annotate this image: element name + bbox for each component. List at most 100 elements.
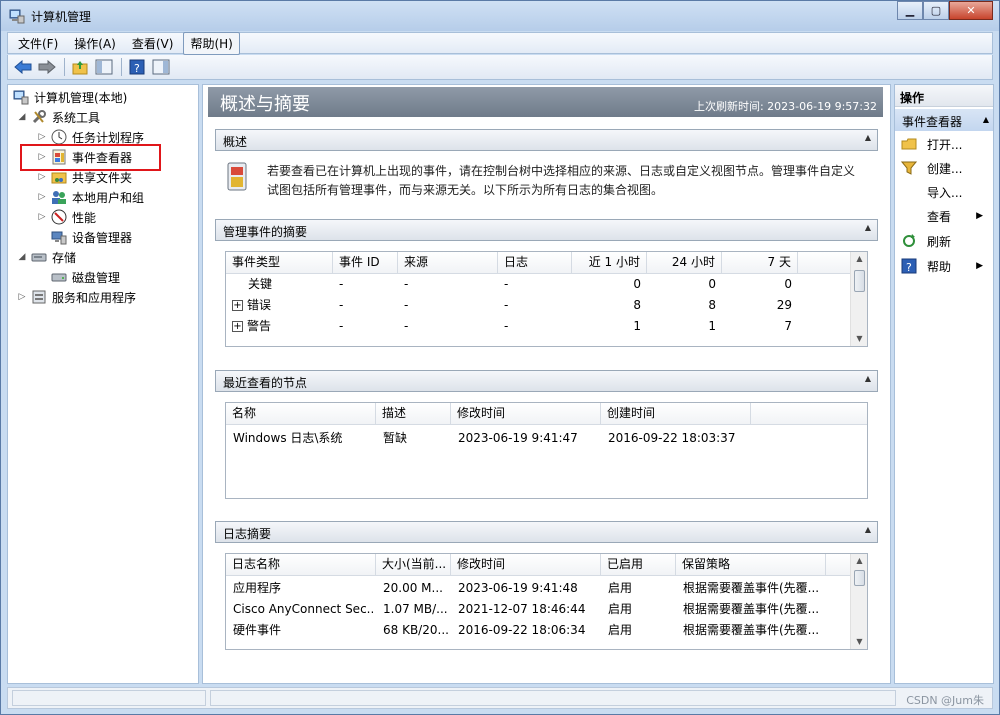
menu-view[interactable]: 查看(V): [126, 33, 180, 54]
action-view[interactable]: 查看 ▶: [895, 205, 993, 227]
up-folder-button[interactable]: [69, 57, 91, 77]
col-name[interactable]: 名称: [226, 403, 376, 425]
tree-root-label: 计算机管理(本地): [34, 90, 128, 105]
tree-disk-management[interactable]: 磁盘管理: [51, 268, 120, 286]
summary-panel-bar[interactable]: 管理事件的摘要 ▲: [215, 219, 878, 241]
summary-grid: 事件类型 事件 ID 来源 日志 近 1 小时 24 小时 7 天 关键 - -…: [225, 251, 868, 347]
action-refresh[interactable]: 刷新: [895, 230, 993, 252]
recent-row-name[interactable]: Windows 日志\系统: [233, 428, 373, 449]
tree-services-apps-label: 服务和应用程序: [52, 290, 137, 305]
summary-row-type[interactable]: + 错误: [232, 295, 332, 316]
log-row-name[interactable]: 硬件事件: [233, 620, 373, 641]
tree-local-users-label: 本地用户和组: [72, 190, 145, 205]
show-hide-tree-button[interactable]: [93, 57, 115, 77]
tree-root[interactable]: 计算机管理(本地): [13, 88, 127, 106]
maximize-button[interactable]: ▢: [923, 1, 949, 20]
app-window: 计算机管理 ▁ ▢ ✕ 文件(F) 操作(A) 查看(V) 帮助(H) ? 计算…: [0, 0, 1000, 715]
close-button[interactable]: ✕: [949, 1, 993, 20]
collapse-arrow-icon[interactable]: ◢: [17, 252, 27, 262]
action-import[interactable]: 导入...: [895, 181, 993, 203]
help-button[interactable]: ?: [126, 57, 148, 77]
log-row-enabled: 启用: [608, 623, 633, 637]
storage-icon: [31, 253, 47, 262]
status-bar: CSDN @Jum朱: [7, 687, 993, 709]
scroll-down-icon[interactable]: ▼: [851, 635, 867, 649]
summary-scrollbar[interactable]: ▲ ▼: [850, 252, 867, 346]
col-log[interactable]: 日志: [498, 252, 572, 274]
menu-action[interactable]: 操作(A): [68, 33, 122, 54]
action-open[interactable]: 打开...: [895, 133, 993, 155]
actions-section-event-viewer[interactable]: 事件查看器 ▲: [895, 109, 993, 131]
overview-panel-bar[interactable]: 概述 ▲: [215, 129, 878, 151]
tree-storage-label: 存储: [52, 250, 77, 265]
tree-system-tools[interactable]: ◢ 系统工具: [17, 108, 100, 126]
summary-panel-title: 管理事件的摘要: [223, 225, 308, 239]
col-created[interactable]: 创建时间: [601, 403, 751, 425]
col-log-name[interactable]: 日志名称: [226, 554, 376, 576]
actions-section-label: 事件查看器: [902, 115, 963, 129]
scroll-up-icon[interactable]: ▲: [851, 554, 867, 568]
col-description[interactable]: 描述: [376, 403, 451, 425]
scroll-down-icon[interactable]: ▼: [851, 332, 867, 346]
back-button[interactable]: [12, 57, 34, 77]
expand-plus-icon[interactable]: +: [232, 300, 243, 311]
menu-help[interactable]: 帮助(H): [183, 31, 240, 55]
forward-button[interactable]: [36, 57, 58, 77]
expand-plus-icon[interactable]: +: [232, 321, 243, 332]
collapse-icon[interactable]: ▲: [865, 374, 871, 383]
col-7-days[interactable]: 7 天: [722, 252, 798, 274]
col-modified[interactable]: 修改时间: [451, 403, 601, 425]
col-retention[interactable]: 保留策略: [676, 554, 826, 576]
col-24-hours[interactable]: 24 小时: [647, 252, 722, 274]
col-size[interactable]: 大小(当前...: [376, 554, 451, 576]
collapse-icon[interactable]: ▲: [865, 525, 871, 534]
show-hide-action-pane-button[interactable]: [150, 57, 172, 77]
recent-panel-bar[interactable]: 最近查看的节点 ▲: [215, 370, 878, 392]
menu-file[interactable]: 文件(F): [12, 33, 64, 54]
collapse-icon[interactable]: ▲: [865, 133, 871, 142]
collapse-arrow-icon[interactable]: ◢: [17, 112, 27, 122]
title-bar[interactable]: 计算机管理 ▁ ▢ ✕: [1, 1, 999, 31]
expand-arrow-icon[interactable]: ▷: [37, 132, 47, 142]
services-icon: [32, 290, 46, 304]
logs-scrollbar[interactable]: ▲ ▼: [850, 554, 867, 649]
collapse-icon[interactable]: ▲: [983, 115, 989, 124]
col-event-id[interactable]: 事件 ID: [333, 252, 398, 274]
col-log-modified[interactable]: 修改时间: [451, 554, 601, 576]
log-row-name[interactable]: Cisco AnyConnect Sec...: [233, 599, 373, 620]
expand-arrow-icon[interactable]: ▷: [17, 292, 27, 302]
logs-panel-title: 日志摘要: [223, 527, 272, 541]
summary-row-id: -: [339, 298, 344, 312]
expand-arrow-icon[interactable]: ▷: [37, 192, 47, 202]
action-help[interactable]: ? 帮助 ▶: [895, 255, 993, 277]
summary-row-log: -: [504, 298, 509, 312]
expand-arrow-icon[interactable]: ▷: [37, 172, 47, 182]
log-row-name[interactable]: 应用程序: [233, 578, 373, 599]
scroll-thumb[interactable]: [854, 570, 865, 586]
device-manager-icon: [51, 231, 67, 245]
expand-arrow-icon[interactable]: ▷: [37, 212, 47, 222]
summary-row-type[interactable]: 关键: [248, 274, 328, 295]
tree-performance[interactable]: ▷ 性能: [37, 208, 96, 226]
tree-local-users[interactable]: ▷ 本地用户和组: [37, 188, 144, 206]
actions-header: 操作: [895, 85, 993, 107]
logs-panel-bar[interactable]: 日志摘要 ▲: [215, 521, 878, 543]
tree-storage[interactable]: ◢ 存储: [17, 248, 76, 266]
scroll-up-icon[interactable]: ▲: [851, 252, 867, 266]
minimize-button[interactable]: ▁: [897, 1, 923, 20]
users-icon: [52, 191, 66, 204]
scroll-thumb[interactable]: [854, 270, 865, 292]
tree-services-apps[interactable]: ▷ 服务和应用程序: [17, 288, 136, 306]
col-last-hour[interactable]: 近 1 小时: [572, 252, 647, 274]
tree-device-manager[interactable]: 设备管理器: [51, 228, 132, 246]
col-enabled[interactable]: 已启用: [601, 554, 676, 576]
summary-row-type[interactable]: + 警告: [232, 316, 332, 337]
col-source[interactable]: 来源: [398, 252, 498, 274]
col-event-type[interactable]: 事件类型: [226, 252, 333, 274]
log-row-policy: 根据需要覆盖事件(先覆...: [683, 581, 820, 595]
summary-row-id: -: [339, 319, 344, 333]
collapse-icon[interactable]: ▲: [865, 223, 871, 232]
action-create[interactable]: 创建...: [895, 157, 993, 179]
submenu-arrow-icon: ▶: [976, 261, 983, 271]
watermark: CSDN @Jum朱: [906, 694, 984, 707]
